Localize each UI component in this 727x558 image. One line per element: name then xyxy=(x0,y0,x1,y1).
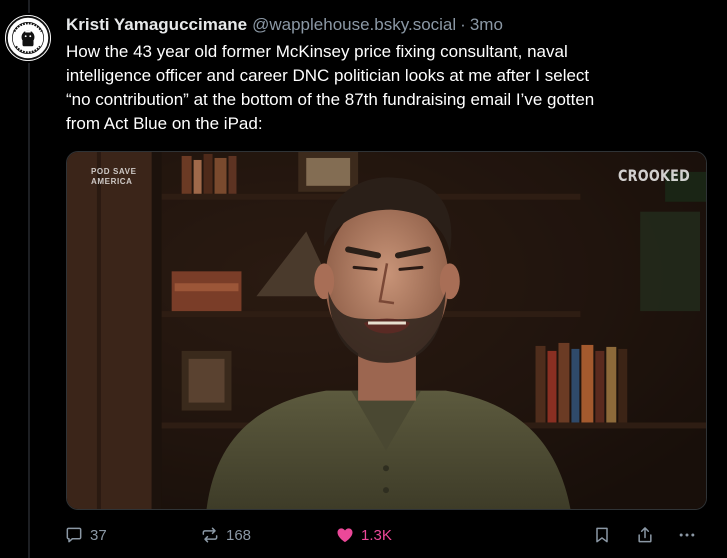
heart-icon xyxy=(337,528,353,543)
share-icon xyxy=(638,527,652,543)
more-options-button[interactable] xyxy=(677,522,697,548)
author-display-name[interactable]: Kristi Yamaguccimane xyxy=(66,15,247,35)
reply-button[interactable]: 37 xyxy=(64,522,107,548)
author-handle[interactable]: @wapplehouse.bsky.social xyxy=(252,15,456,35)
bookmark-icon xyxy=(596,527,608,543)
reply-icon xyxy=(66,527,82,543)
video-frame-image xyxy=(67,152,706,509)
more-icon xyxy=(679,533,695,537)
crooked-watermark: CROOKED xyxy=(618,166,690,185)
header-separator: · xyxy=(460,15,466,34)
bookmark-button[interactable] xyxy=(592,522,612,548)
post-timestamp[interactable]: 3mo xyxy=(470,15,503,35)
repost-icon xyxy=(202,527,218,543)
repost-button[interactable]: 168 xyxy=(200,522,251,548)
post-text: How the 43 year old former McKinsey pric… xyxy=(66,42,595,133)
thread-line xyxy=(28,0,30,558)
post-header: Kristi Yamaguccimane @wapplehouse.bsky.s… xyxy=(66,13,503,37)
pod-save-america-watermark: POD SAVE AMERICA xyxy=(91,167,137,186)
post-video-thumbnail[interactable]: POD SAVE AMERICA CROOKED xyxy=(66,151,707,510)
author-avatar[interactable] xyxy=(3,13,53,63)
share-button[interactable] xyxy=(635,522,655,548)
like-button[interactable]: 1.3K xyxy=(335,522,392,548)
post-actions-bar: 37 168 1.3K xyxy=(64,522,712,548)
waffle-house-logo-icon xyxy=(5,15,51,61)
reply-count: 37 xyxy=(90,526,107,544)
repost-count: 168 xyxy=(226,526,252,544)
like-count: 1.3K xyxy=(361,526,392,544)
